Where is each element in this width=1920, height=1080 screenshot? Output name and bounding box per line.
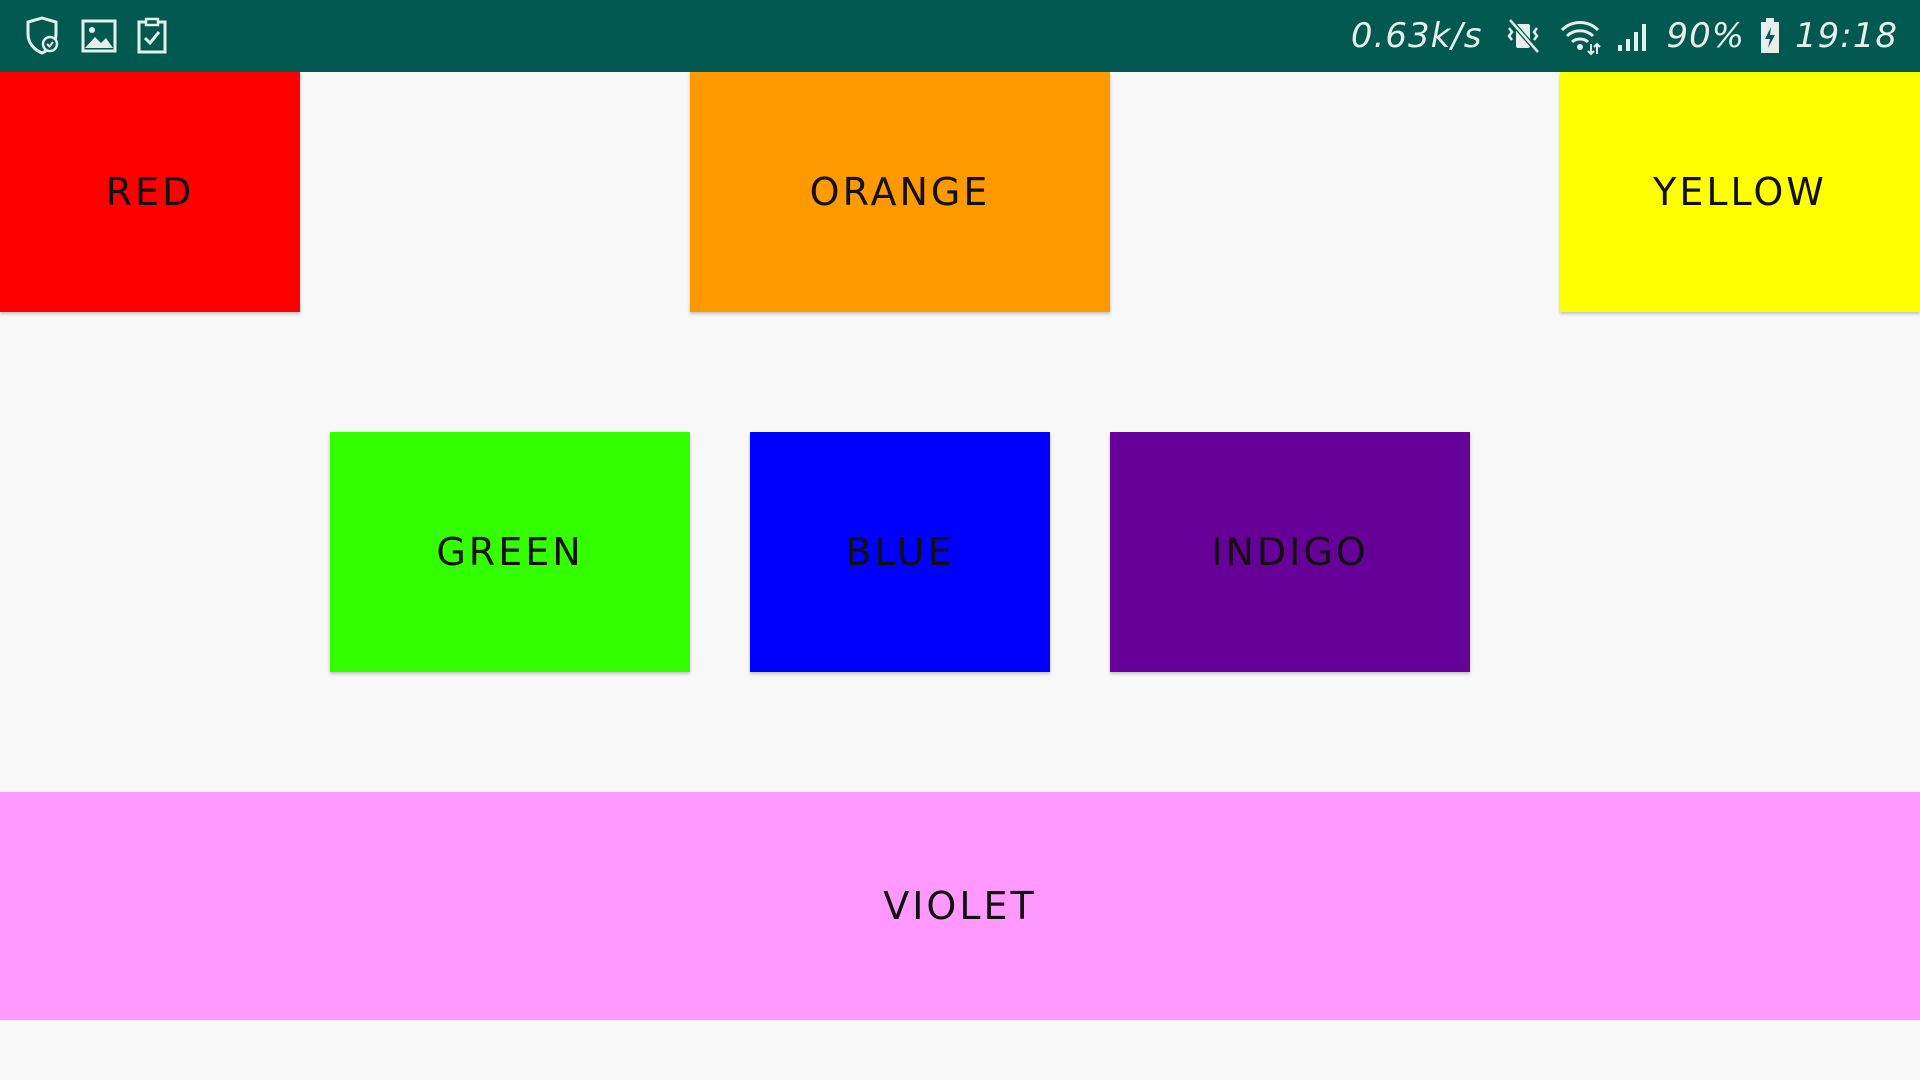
indigo-box[interactable]: INDIGO bbox=[1110, 432, 1470, 672]
clipboard-check-icon bbox=[136, 17, 168, 55]
violet-label: VIOLET bbox=[883, 884, 1037, 928]
shield-check-icon bbox=[22, 16, 62, 56]
green-box[interactable]: GREEN bbox=[330, 432, 690, 672]
wifi-icon bbox=[1558, 16, 1602, 56]
battery-charging-icon bbox=[1759, 17, 1781, 55]
yellow-label: YELLOW bbox=[1653, 170, 1827, 214]
orange-label: ORANGE bbox=[809, 170, 991, 214]
blue-box[interactable]: BLUE bbox=[750, 432, 1050, 672]
battery-percent: 90% bbox=[1666, 16, 1746, 56]
signal-icon bbox=[1616, 19, 1652, 53]
orange-box[interactable]: ORANGE bbox=[690, 72, 1110, 312]
status-bar-notifications bbox=[22, 16, 186, 56]
blue-label: BLUE bbox=[845, 530, 955, 574]
vibrate-mute-icon bbox=[1504, 16, 1544, 56]
status-bar: 0.63k/s 90% 19:18 bbox=[0, 0, 1920, 72]
red-label: RED bbox=[105, 170, 195, 214]
yellow-box[interactable]: YELLOW bbox=[1560, 72, 1920, 312]
indigo-label: INDIGO bbox=[1211, 530, 1369, 574]
red-box[interactable]: RED bbox=[0, 72, 300, 312]
network-speed: 0.63k/s bbox=[1350, 16, 1483, 56]
clock: 19:18 bbox=[1795, 16, 1898, 56]
status-bar-system: 0.63k/s 90% 19:18 bbox=[1337, 0, 1898, 72]
image-icon bbox=[80, 17, 118, 55]
violet-box[interactable]: VIOLET bbox=[0, 792, 1920, 1020]
green-label: GREEN bbox=[436, 530, 584, 574]
